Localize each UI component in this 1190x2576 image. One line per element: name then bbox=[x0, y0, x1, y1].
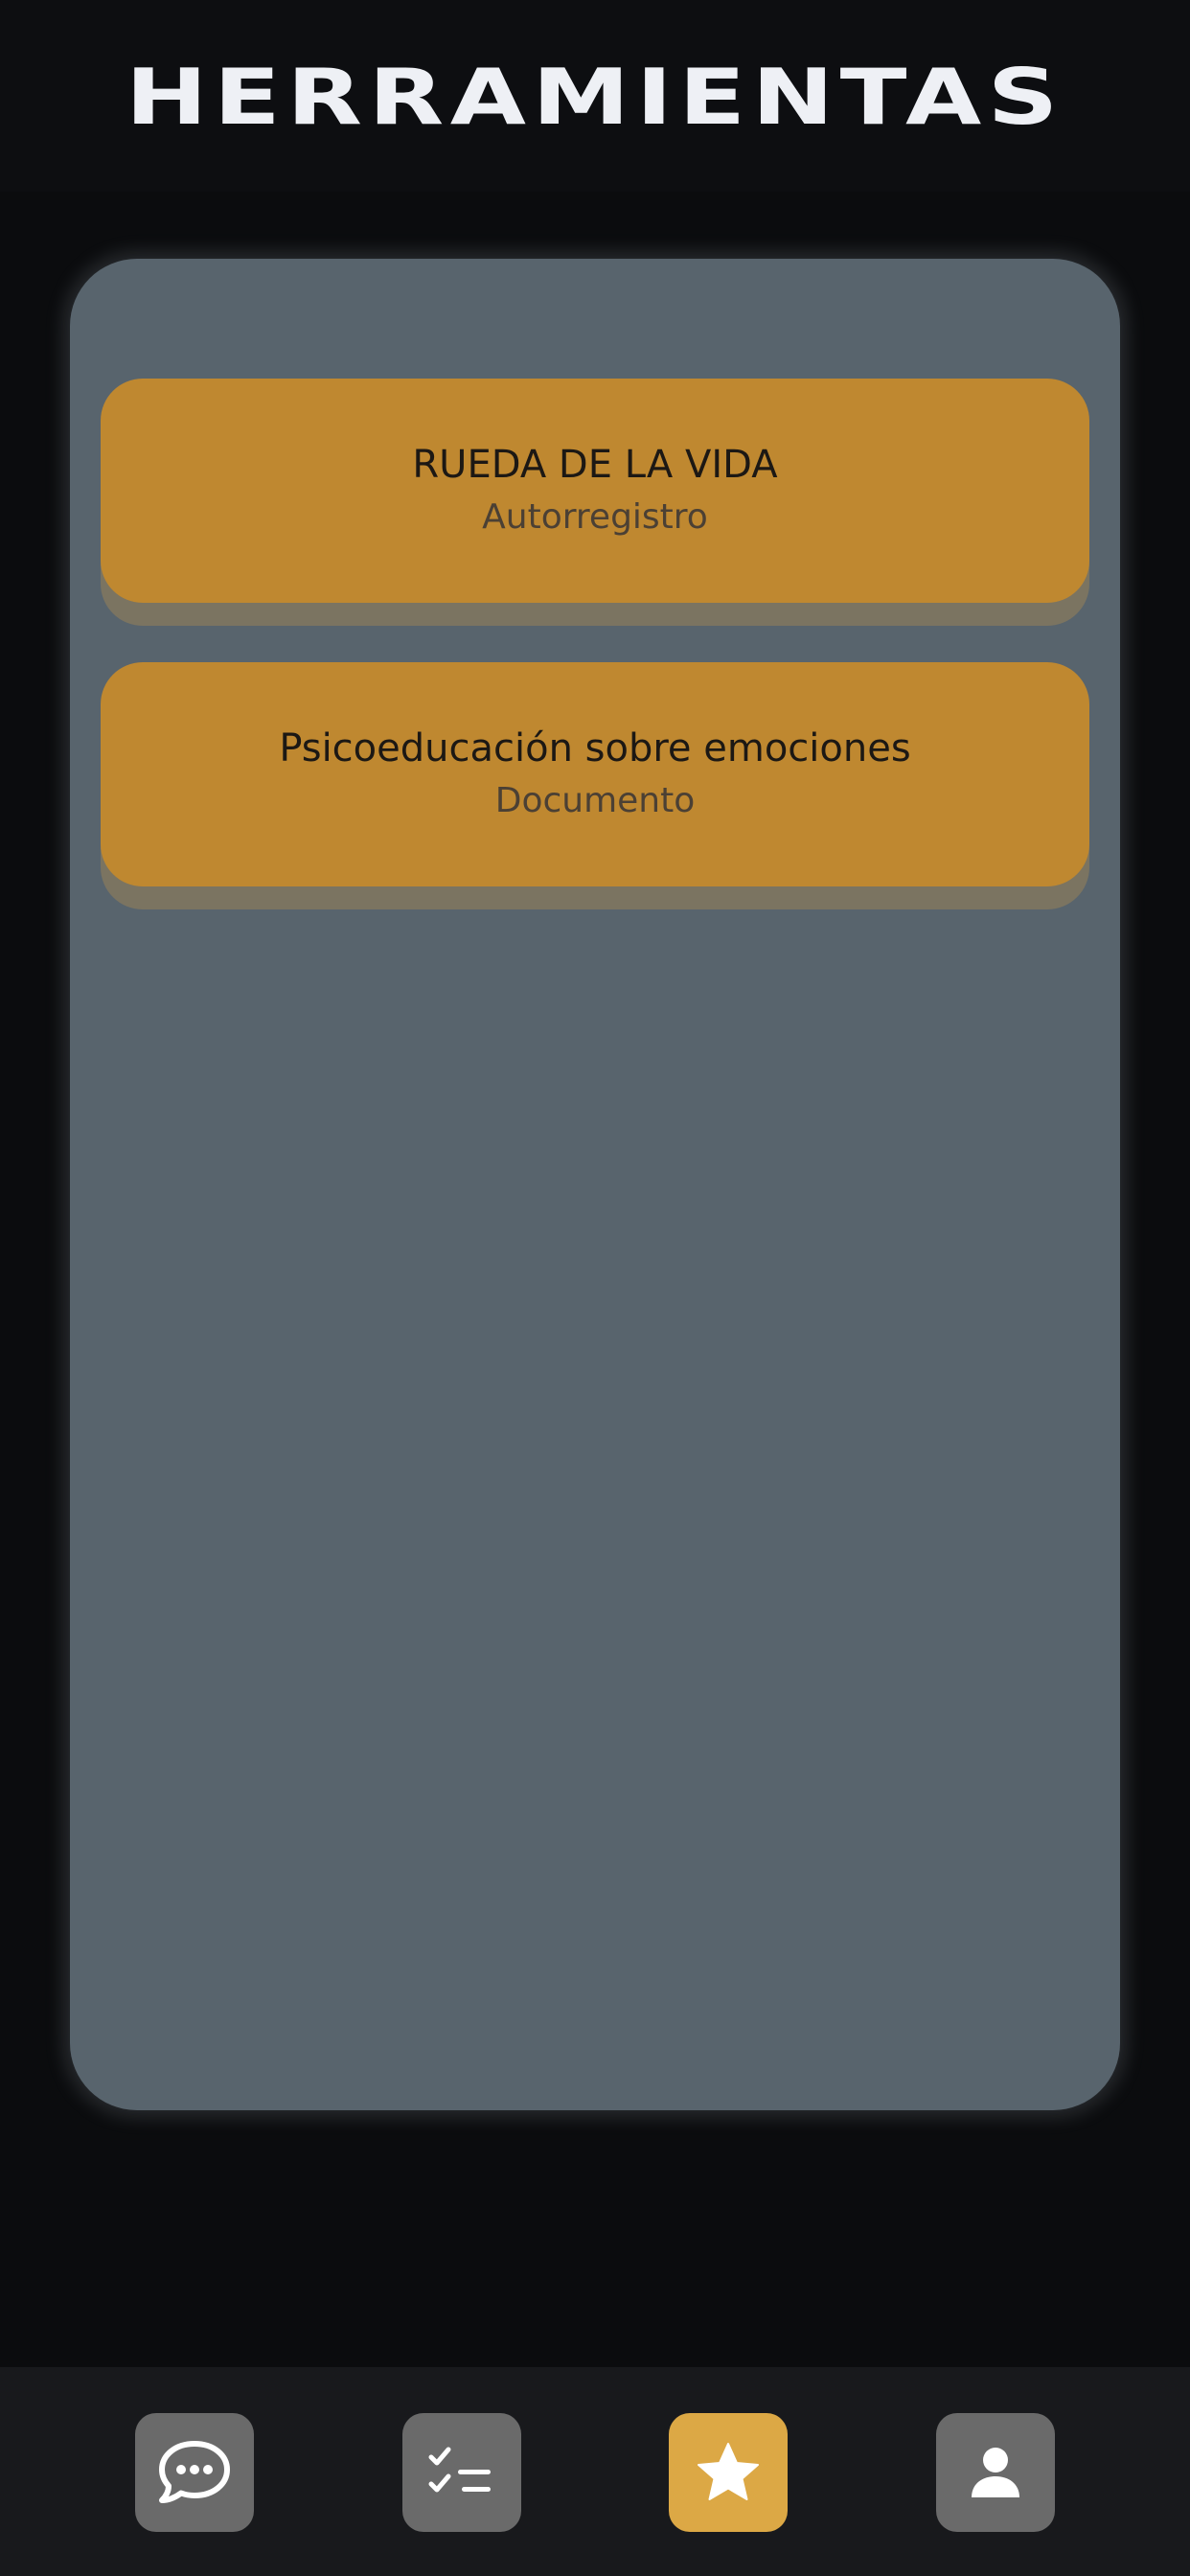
header-bar: HERRAMIENTAS bbox=[0, 0, 1190, 192]
nav-tasks-button[interactable] bbox=[402, 2413, 521, 2532]
user-icon bbox=[972, 2448, 1019, 2497]
tool-card-wrapper: RUEDA DE LA VIDA Autorregistro bbox=[101, 379, 1089, 626]
tools-panel: RUEDA DE LA VIDA Autorregistro Psicoeduc… bbox=[70, 259, 1120, 2110]
chat-bubble-icon bbox=[159, 2441, 230, 2503]
nav-chat-button[interactable] bbox=[135, 2413, 254, 2532]
nav-profile-button[interactable] bbox=[936, 2413, 1055, 2532]
bottom-nav bbox=[0, 2367, 1190, 2576]
checklist-icon bbox=[428, 2447, 491, 2493]
page-title: HERRAMIENTAS bbox=[126, 52, 1064, 142]
tool-card-type: Documento bbox=[494, 781, 696, 820]
star-icon bbox=[698, 2443, 759, 2500]
tool-card-psicoeducacion[interactable]: Psicoeducación sobre emociones Documento bbox=[101, 662, 1089, 886]
tool-card-type: Autorregistro bbox=[482, 497, 708, 537]
nav-tools-button[interactable] bbox=[669, 2413, 788, 2532]
tool-card-wrapper: Psicoeducación sobre emociones Documento bbox=[101, 662, 1089, 909]
tool-card-title: Psicoeducación sobre emociones bbox=[279, 726, 911, 770]
tool-card-rueda-de-la-vida[interactable]: RUEDA DE LA VIDA Autorregistro bbox=[101, 379, 1089, 603]
tool-card-title: RUEDA DE LA VIDA bbox=[412, 443, 778, 487]
